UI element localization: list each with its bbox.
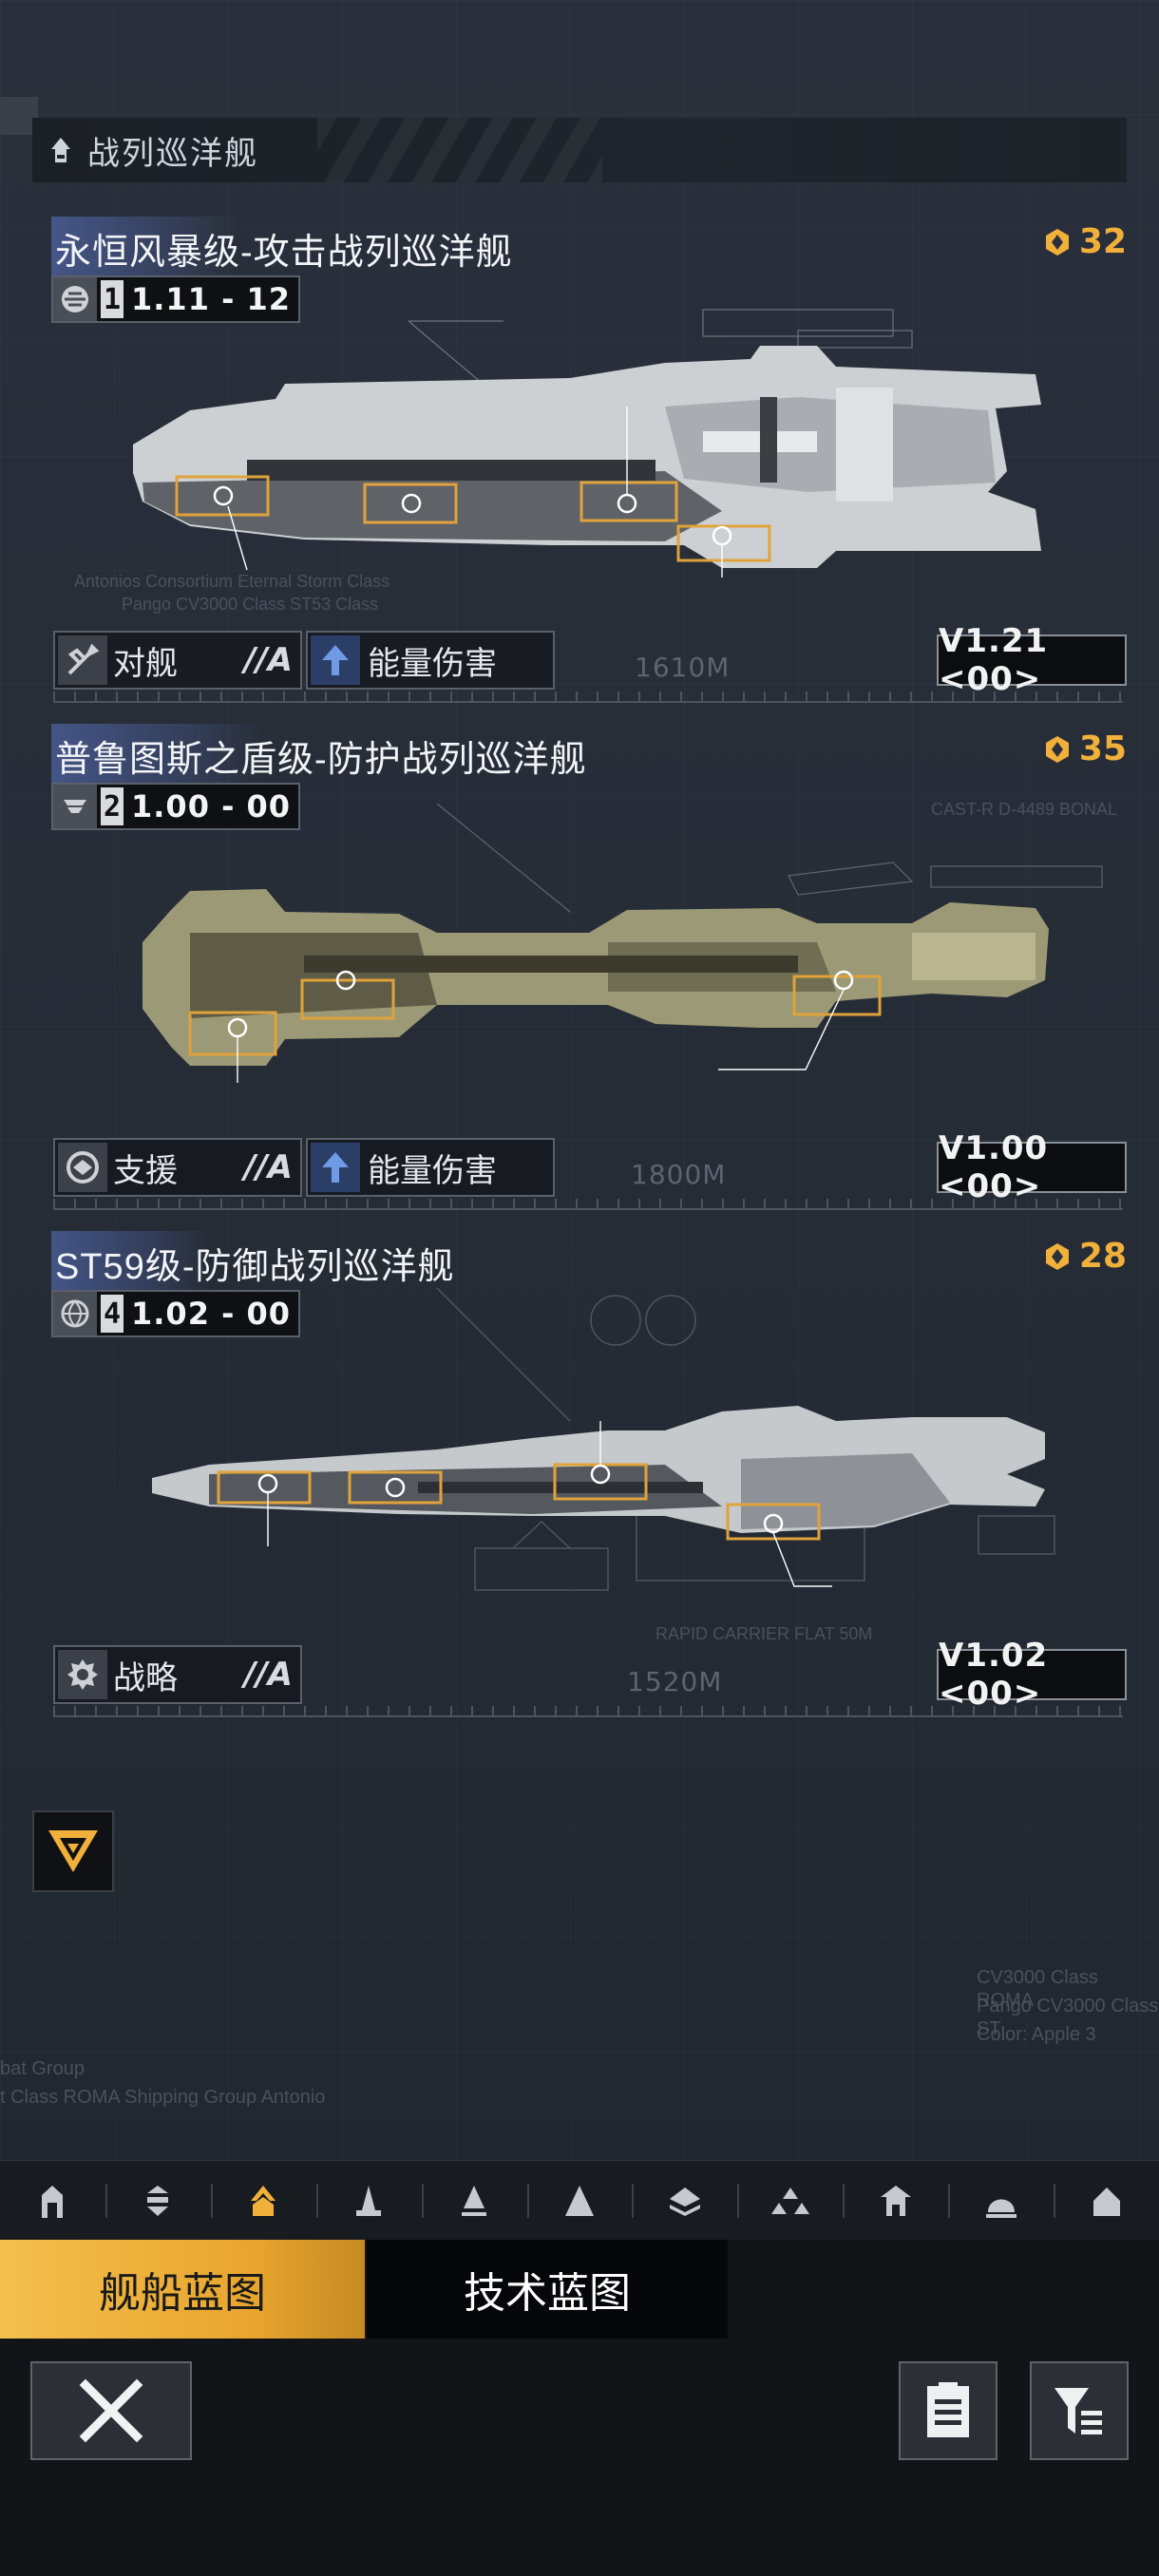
carrier-icon — [564, 2186, 594, 2216]
variant-selector[interactable]: V1.21 <00> — [937, 622, 1127, 698]
class-tab-destroyer[interactable] — [104, 2161, 211, 2241]
ship-length: 1800M — [631, 1159, 727, 1190]
base-icon — [880, 2186, 911, 2216]
class-tab-carrier[interactable] — [526, 2161, 633, 2241]
command-point-icon — [1045, 735, 1069, 763]
background-caption: bat Group — [0, 2058, 85, 2079]
command-point-icon — [1045, 228, 1069, 256]
class-tab-dome[interactable] — [948, 2161, 1054, 2241]
role-grade: //A — [243, 1656, 293, 1694]
role-tag[interactable]: 对舰 //A — [53, 631, 302, 690]
command-point-icon — [1045, 1242, 1069, 1270]
ship-illustration — [152, 1287, 1055, 1591]
damage-tag[interactable]: 能量伤害 — [306, 1138, 555, 1197]
frigate-icon — [42, 2186, 64, 2218]
scale-ruler — [53, 1197, 1123, 1210]
ship-cost: 35 — [1043, 729, 1127, 768]
background-caption: CAST-R D-4489 BONAL — [931, 800, 1118, 819]
ship-card[interactable]: ST59级-防御战列巡洋舰 28 4 1.02 - 00 RAPID CARRI… — [0, 1231, 1159, 1725]
ship-card[interactable]: 永恒风暴级-攻击战列巡洋舰 32 1 1.11 - 12 Antonios Co… — [0, 217, 1159, 710]
battlecruiser-icon — [356, 2186, 382, 2216]
support-icon — [58, 1143, 107, 1192]
variant-selector[interactable]: V1.02 <00> — [937, 1637, 1127, 1713]
class-tab-battleship[interactable] — [632, 2161, 737, 2241]
damage-label: 能量伤害 — [368, 645, 497, 682]
filter-button[interactable] — [1030, 2361, 1129, 2460]
battleship-icon — [669, 2188, 700, 2216]
bottom-action-bar — [0, 2339, 1159, 2576]
close-button[interactable] — [30, 2361, 192, 2460]
role-tag[interactable]: 战略 //A — [53, 1645, 302, 1704]
cruiser-icon — [251, 2186, 276, 2216]
flagship-icon — [770, 2188, 809, 2214]
notes-button[interactable] — [899, 2361, 998, 2460]
ship-cost: 32 — [1043, 222, 1127, 261]
class-tab-auxiliary[interactable] — [421, 2161, 527, 2241]
ship-illustration — [142, 803, 1103, 1083]
damage-tag[interactable]: 能量伤害 — [306, 631, 555, 690]
ship-cost-value: 35 — [1078, 729, 1127, 768]
role-tag[interactable]: 支援 //A — [53, 1138, 302, 1197]
ship-name: 永恒风暴级-攻击战列巡洋舰 — [51, 217, 513, 280]
role-grade: //A — [243, 641, 293, 679]
class-tab-base[interactable] — [843, 2161, 948, 2241]
background-caption: Pango CV3000 Class ST53 Class — [122, 595, 379, 614]
ship-length: 1520M — [627, 1666, 723, 1697]
auxiliary-icon — [462, 2186, 487, 2216]
class-tab-outpost[interactable] — [1054, 2161, 1159, 2241]
outpost-icon — [1092, 2188, 1120, 2216]
class-tab-battlecruiser[interactable] — [315, 2161, 422, 2241]
class-tab-frigate[interactable] — [0, 2161, 105, 2241]
ship-cost-value: 28 — [1078, 1237, 1127, 1276]
ship-class-filter-bar — [0, 2160, 1159, 2241]
background-caption: t Class ROMA Shipping Group Antonio — [0, 2087, 326, 2108]
background-caption: Antonios Consortium Eternal Storm Class — [74, 572, 390, 591]
ship-cost: 28 — [1043, 1237, 1127, 1276]
rank-toggle-button[interactable] — [32, 1810, 114, 1892]
cruiser-class-icon — [51, 138, 70, 162]
category-title: 战列巡洋舰 — [87, 135, 258, 172]
role-label: 战略 — [113, 1659, 178, 1696]
role-grade: //A — [243, 1148, 293, 1186]
tab-tech-blueprint[interactable]: 技术蓝图 — [367, 2240, 728, 2339]
filter-icon — [1054, 2388, 1102, 2434]
damage-label: 能量伤害 — [368, 1152, 497, 1189]
dome-icon — [985, 2199, 1016, 2218]
ship-illustration — [133, 309, 1041, 578]
category-header: 战列巡洋舰 — [32, 118, 1127, 182]
ship-length: 1610M — [635, 652, 731, 683]
destroyer-icon — [147, 2186, 169, 2216]
strategy-icon — [58, 1650, 107, 1699]
role-label: 支援 — [113, 1152, 178, 1189]
close-icon — [79, 2378, 143, 2443]
scale-ruler — [53, 1704, 1123, 1717]
background-caption: Color: Apple 3 — [977, 2024, 1096, 2045]
energy-damage-icon — [311, 635, 360, 685]
clipboard-icon — [927, 2382, 969, 2437]
ship-card[interactable]: 普鲁图斯之盾级-防护战列巡洋舰 35 2 1.00 - 00 CAST-R D-… — [0, 724, 1159, 1218]
role-label: 对舰 — [113, 645, 178, 682]
variant-selector[interactable]: V1.00 <00> — [937, 1129, 1127, 1205]
energy-damage-icon — [311, 1143, 360, 1192]
ship-name: 普鲁图斯之盾级-防护战列巡洋舰 — [51, 724, 587, 787]
rank-triangle-icon — [48, 1830, 98, 1872]
background-caption: RAPID CARRIER FLAT 50M — [656, 1624, 873, 1643]
blueprint-tabs: 舰船蓝图 技术蓝图 — [0, 2240, 1159, 2339]
class-tab-flagship[interactable] — [737, 2161, 843, 2241]
class-tab-cruiser[interactable] — [210, 2161, 316, 2241]
tab-ship-blueprint[interactable]: 舰船蓝图 — [0, 2240, 365, 2339]
anti-ship-icon — [58, 635, 107, 685]
ship-cost-value: 32 — [1078, 222, 1127, 261]
scale-ruler — [53, 690, 1123, 703]
